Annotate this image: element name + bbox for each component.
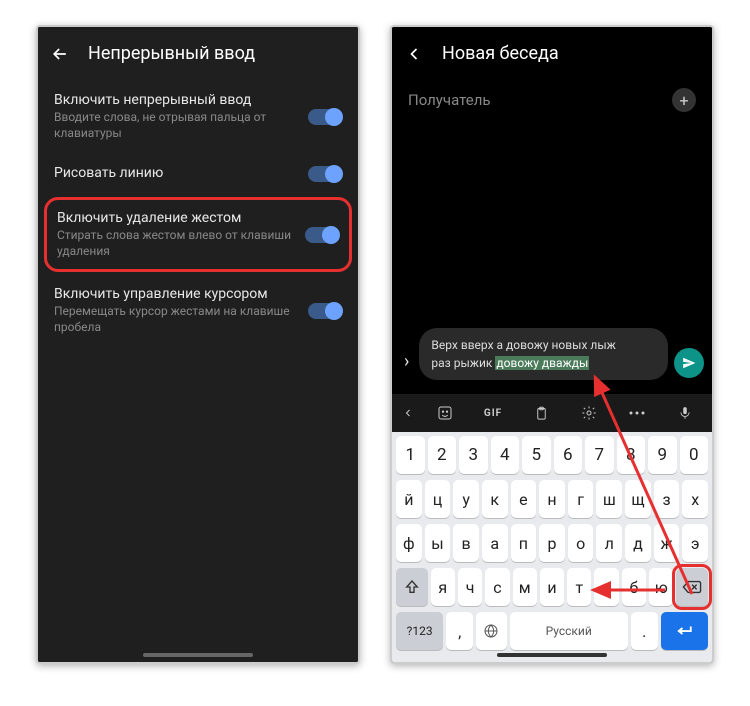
- key-н[interactable]: н: [539, 480, 565, 518]
- nav-bar: [392, 653, 712, 657]
- key-у[interactable]: у: [453, 480, 479, 518]
- key-с[interactable]: с: [485, 568, 509, 606]
- chat-screen: Новая беседа Получатель + › Верх вверх а…: [392, 27, 712, 662]
- key-2[interactable]: 2: [428, 436, 457, 474]
- key-1[interactable]: 1: [396, 436, 425, 474]
- setting-title: Включить непрерывный ввод: [54, 92, 296, 108]
- shift-key[interactable]: [396, 568, 428, 606]
- key-3[interactable]: 3: [459, 436, 488, 474]
- key-ф[interactable]: ф: [396, 524, 422, 562]
- key-и[interactable]: и: [540, 568, 564, 606]
- key-п[interactable]: п: [511, 524, 537, 562]
- msg-selection: довожу дважды: [495, 356, 589, 370]
- key-е[interactable]: е: [511, 480, 537, 518]
- settings-phone: Непрерывный ввод Включить непрерывный вв…: [36, 25, 360, 664]
- key-4[interactable]: 4: [491, 436, 520, 474]
- page-title: Непрерывный ввод: [88, 43, 255, 64]
- settings-screen: Непрерывный ввод Включить непрерывный вв…: [38, 27, 358, 662]
- annotation-arrow-1: [587, 369, 697, 599]
- recipient-field[interactable]: Получатель +: [392, 80, 712, 126]
- setting-desc: Перемещать курсор жестами на клавише про…: [54, 304, 296, 335]
- setting-desc: Вводите слова, не отрывая пальца от клав…: [54, 110, 296, 141]
- nav-bar: [38, 653, 358, 657]
- enter-key[interactable]: [661, 612, 708, 650]
- key-я[interactable]: я: [431, 568, 455, 606]
- setting-title: Включить удаление жестом: [57, 210, 293, 226]
- msg-line1: Верх вверх а довожу новых лыж: [431, 338, 615, 352]
- setting-cursor-control[interactable]: Включить управление курсором Перемещать …: [38, 274, 358, 347]
- setting-title: Включить управление курсором: [54, 286, 296, 302]
- setting-desc: Стирать слова жестом влево от клавиши уд…: [57, 228, 293, 259]
- setting-glide-typing[interactable]: Включить непрерывный ввод Вводите слова,…: [38, 80, 358, 153]
- expand-icon[interactable]: ›: [400, 351, 413, 384]
- toggle-switch[interactable]: [305, 227, 339, 243]
- toggle-switch[interactable]: [308, 109, 342, 125]
- chat-title: Новая беседа: [442, 43, 559, 64]
- collapse-icon[interactable]: [396, 400, 420, 426]
- key-ы[interactable]: ы: [425, 524, 451, 562]
- settings-header: Непрерывный ввод: [38, 27, 358, 80]
- annotation-arrow-2: [587, 580, 667, 600]
- back-icon[interactable]: [50, 44, 70, 64]
- key-5[interactable]: 5: [522, 436, 551, 474]
- setting-title: Рисовать линию: [54, 165, 296, 181]
- toggle-switch[interactable]: [308, 303, 342, 319]
- back-icon[interactable]: [404, 44, 424, 64]
- key-6[interactable]: 6: [554, 436, 583, 474]
- key-в[interactable]: в: [453, 524, 479, 562]
- msg-line2a: раз рыжик: [431, 356, 495, 370]
- setting-draw-line[interactable]: Рисовать линию: [38, 153, 358, 195]
- comma-key[interactable]: ,: [446, 612, 473, 650]
- chat-phone: Новая беседа Получатель + › Верх вверх а…: [390, 25, 714, 664]
- period-key[interactable]: .: [631, 612, 658, 650]
- toggle-switch[interactable]: [308, 166, 342, 182]
- recipient-label: Получатель: [408, 91, 491, 109]
- sticker-icon[interactable]: [422, 400, 468, 426]
- key-р[interactable]: р: [539, 524, 565, 562]
- chat-body: › Верх вверх а довожу новых лыж раз рыжи…: [392, 126, 712, 394]
- key-ч[interactable]: ч: [458, 568, 482, 606]
- key-ц[interactable]: ц: [425, 480, 451, 518]
- gif-button[interactable]: GIF: [470, 400, 516, 426]
- key-м[interactable]: м: [513, 568, 537, 606]
- language-key[interactable]: [476, 612, 506, 650]
- key-й[interactable]: й: [396, 480, 422, 518]
- key-а[interactable]: а: [482, 524, 508, 562]
- setting-gesture-delete[interactable]: Включить удаление жестом Стирать слова ж…: [44, 197, 352, 272]
- symbols-key[interactable]: ?123: [396, 612, 443, 650]
- clipboard-icon[interactable]: [518, 400, 564, 426]
- key-к[interactable]: к: [482, 480, 508, 518]
- chat-header: Новая беседа: [392, 27, 712, 80]
- add-recipient-button[interactable]: +: [672, 88, 696, 112]
- space-key[interactable]: Русский: [510, 612, 628, 650]
